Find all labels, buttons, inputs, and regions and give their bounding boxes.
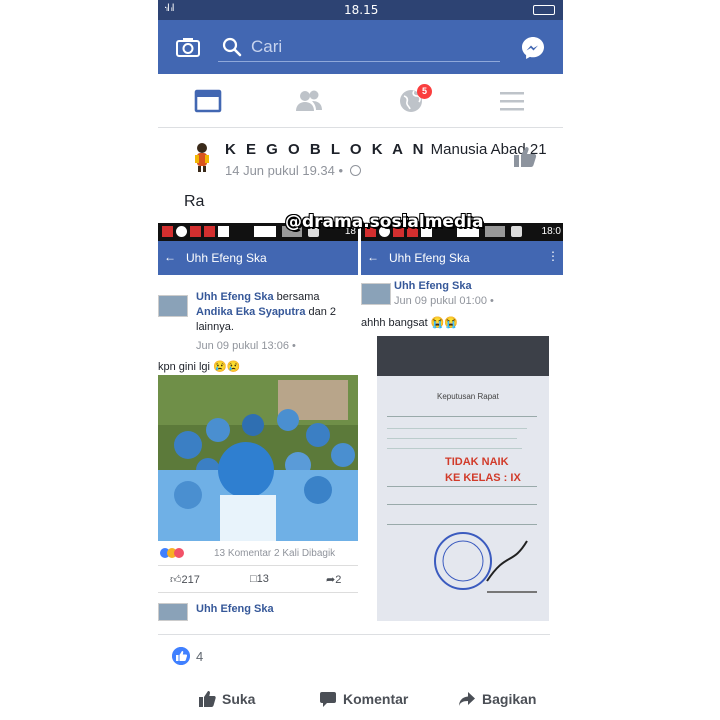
report-card-photo[interactable]: Keputusan Rapat TIDAK NAIK KE KELAS : IX (377, 336, 549, 621)
navigation-tab-bar: 5 (158, 74, 563, 128)
mini-header: ← Uhh Efeng Ska ⋮ (361, 241, 563, 275)
mini-post-author[interactable]: Uhh Efeng Ska bersama Andika Eka Syaputr… (196, 290, 356, 335)
mini-status-time: 18:0 (541, 226, 561, 237)
mini-comment-count: 13 (256, 573, 269, 585)
public-globe-icon (349, 165, 361, 176)
avatar[interactable] (158, 603, 188, 621)
signal-icon (485, 226, 505, 237)
app-notification-icon (190, 226, 201, 237)
search-input[interactable]: Cari (218, 32, 500, 62)
like-label: Suka (222, 691, 256, 707)
doc-heading: Keputusan Rapat (437, 392, 499, 401)
mini-share-button[interactable]: ➦2 (326, 573, 341, 586)
mini-header-title: Uhh Efeng Ska (389, 251, 470, 265)
app-notification-icon (162, 226, 173, 237)
messenger-icon[interactable] (521, 36, 545, 60)
signal-icon: ‧ᵢl ᵢl (164, 3, 174, 14)
app-notification-icon (218, 226, 229, 237)
mini-header: ← Uhh Efeng Ska (158, 241, 358, 275)
post-time-text: 14 Jun pukul 19.34 • (225, 163, 344, 178)
embedded-screenshot-right[interactable]: 18:0 ← Uhh Efeng Ska ⋮ Uhh Efeng Ska Jun… (361, 223, 563, 621)
tagged-name: Andika Eka Syaputra (196, 306, 306, 318)
doc-result-line-1: TIDAK NAIK (445, 456, 509, 468)
back-arrow-icon[interactable]: ← (367, 250, 379, 264)
search-placeholder: Cari (251, 37, 283, 56)
status-bar: ‧ᵢl ᵢl 18.15 (158, 0, 563, 20)
mini-post-author[interactable]: Uhh Efeng Ska (394, 279, 472, 294)
page-avatar[interactable] (186, 141, 218, 173)
post-action-row: Suka Komentar Bagikan (158, 685, 563, 715)
mini-share-count: 2 (335, 574, 342, 586)
search-icon (222, 37, 242, 57)
comment-icon (320, 692, 336, 707)
and-word: dan (305, 306, 330, 318)
group-photo[interactable] (158, 375, 358, 541)
menu-hamburger-icon[interactable] (498, 88, 526, 114)
doc-result-line-2: KE KELAS : IX (445, 472, 521, 484)
battery-icon (533, 5, 555, 15)
friends-tab-icon[interactable] (295, 88, 323, 114)
mini-like-button[interactable]: 👍︎217 (170, 573, 200, 586)
avatar[interactable] (158, 295, 188, 317)
news-feed-tab-icon[interactable] (194, 88, 222, 114)
page-name[interactable]: K E G O B L O K A N Manusia Abad 21 (225, 141, 547, 158)
like-page-icon[interactable] (513, 145, 537, 169)
phone-screen: ‧ᵢl ᵢl 18.15 Cari 5 K E G O B L O K A N … (158, 0, 563, 720)
mini-reaction-summary[interactable]: 13 Komentar 2 Kali Dibagik (158, 545, 358, 563)
love-reaction-icon (174, 548, 184, 558)
next-post-author[interactable]: Uhh Efeng Ska (196, 602, 274, 617)
mini-next-post: Uhh Efeng Ska (158, 599, 358, 621)
watermark-text: @drama.sosialmedia (285, 212, 484, 232)
comment-label: Komentar (343, 691, 409, 707)
post-text: Ra (184, 193, 205, 210)
app-notification-icon (204, 226, 215, 237)
share-arrow-icon (459, 692, 475, 706)
camera-icon[interactable] (176, 37, 200, 57)
mini-like-count: 217 (181, 574, 200, 586)
share-label: Bagikan (482, 691, 537, 707)
embedded-screenshot-left[interactable]: 18 ← Uhh Efeng Ska Uhh Efeng Ska bersama… (158, 223, 358, 621)
volte-icon (254, 226, 276, 237)
with-word: bersama (273, 291, 320, 303)
mini-post-caption: ahhh bangsat 😭😭 (361, 317, 459, 329)
like-count-value: 4 (196, 649, 204, 664)
divider (158, 634, 550, 635)
notification-badge: 5 (417, 84, 432, 99)
page-name-spaced: K E G O B L O K A N (225, 141, 427, 158)
comment-share-stats: 13 Komentar 2 Kali Dibagik (214, 548, 336, 559)
like-reaction-icon (172, 647, 190, 665)
mini-post-time: Jun 09 pukul 13:06 • (196, 340, 296, 352)
mini-post-caption: kpn gini lgi 😢😢 (158, 361, 241, 373)
mini-action-row: 👍︎217 □13 ➦2 (158, 565, 358, 593)
more-options-icon[interactable]: ⋮ (547, 249, 559, 263)
author-name: Uhh Efeng Ska (196, 291, 274, 303)
post-timestamp[interactable]: 14 Jun pukul 19.34 • (225, 163, 361, 178)
mini-post-time: Jun 09 pukul 01:00 • (394, 295, 494, 307)
top-search-bar: Cari (158, 20, 563, 74)
status-time: 18.15 (344, 3, 379, 17)
back-arrow-icon[interactable]: ← (164, 250, 176, 264)
mini-comment-button[interactable]: □13 (250, 573, 269, 585)
thumbs-up-icon (199, 691, 216, 707)
app-notification-icon (176, 226, 187, 237)
avatar[interactable] (361, 283, 391, 305)
battery-icon (511, 226, 522, 237)
mini-header-title: Uhh Efeng Ska (186, 251, 267, 265)
